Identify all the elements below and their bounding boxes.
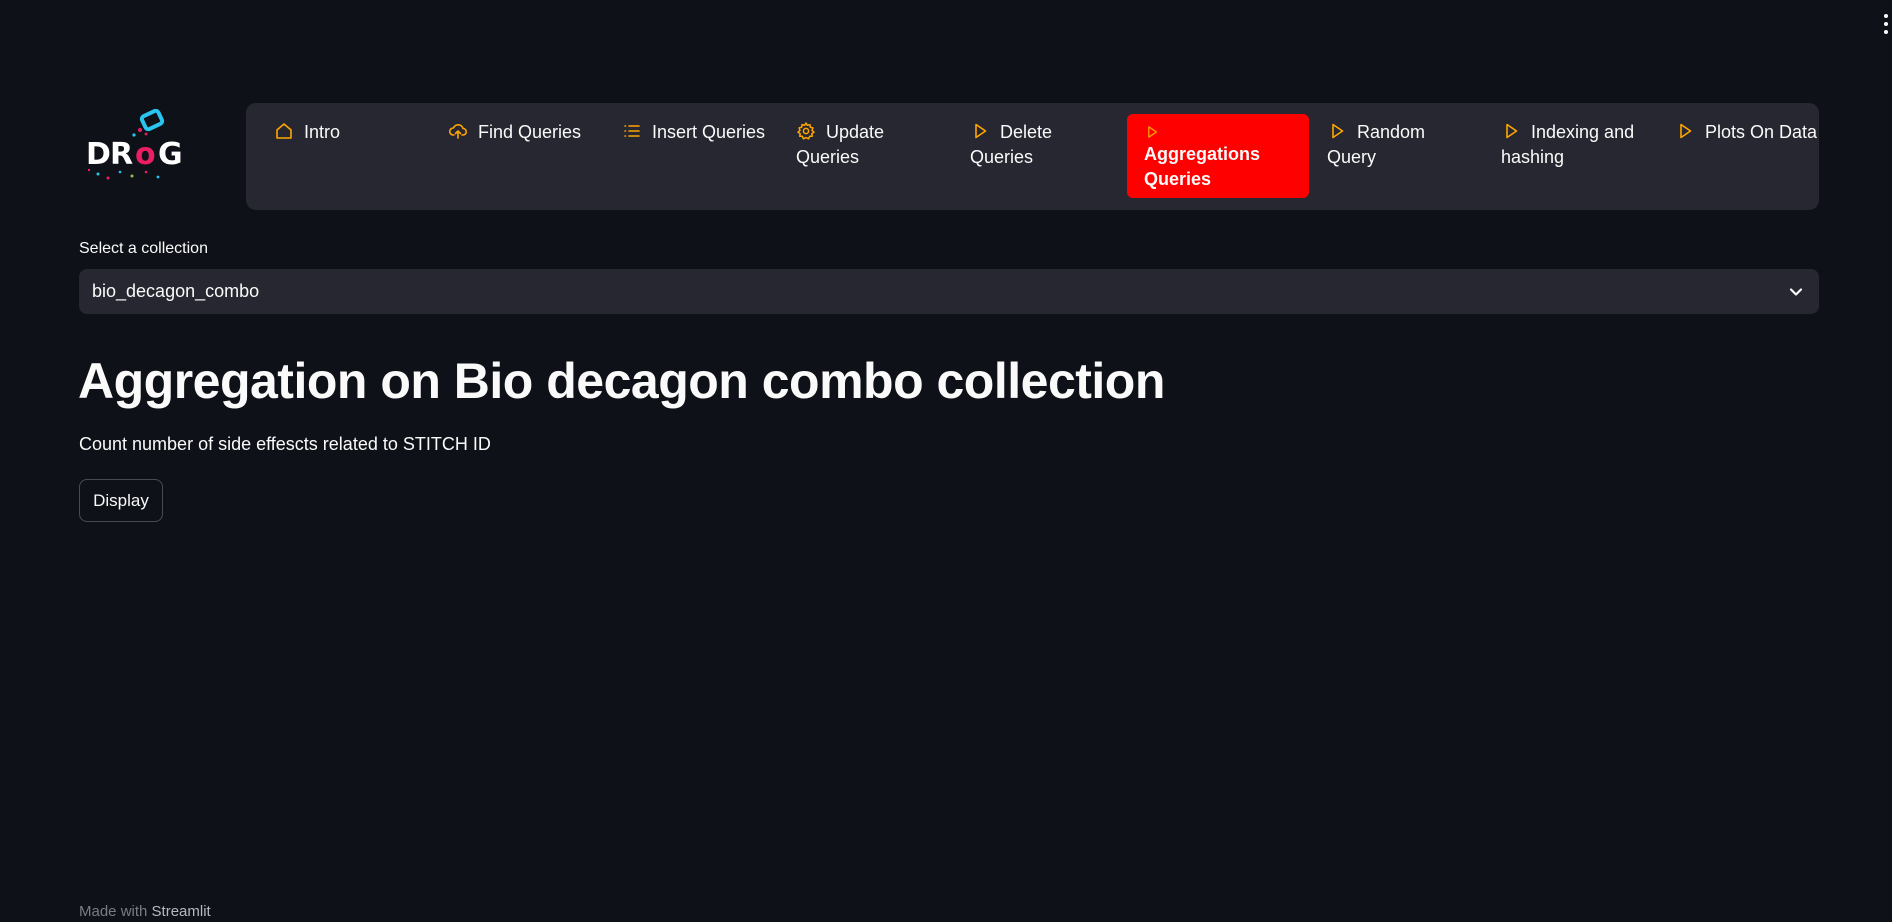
- play-icon: [1506, 123, 1518, 139]
- collection-select[interactable]: bio_decagon_combo: [79, 269, 1819, 314]
- nav-item-insert-queries[interactable]: Insert Queries: [622, 120, 772, 145]
- nav-item-intro[interactable]: Intro: [274, 120, 424, 145]
- logo-letter-r: R: [110, 137, 133, 172]
- nav-item-label: Intro: [304, 122, 341, 142]
- home-icon: [276, 123, 292, 139]
- play-icon: [975, 123, 987, 139]
- logo-letter-g: G: [158, 137, 183, 172]
- page-title: Aggregation on Bio decagon combo collect…: [78, 353, 1165, 409]
- footer-prefix: Made with: [79, 903, 148, 920]
- nav-item-label: Aggregations Queries: [1144, 144, 1261, 189]
- nav-item-find-queries[interactable]: Find Queries: [448, 120, 598, 145]
- play-icon: [1148, 126, 1158, 138]
- collection-select-value: bio_decagon_combo: [92, 281, 260, 301]
- app-page: D R o G Intro Find Queries Insert Querie…: [0, 0, 1892, 922]
- nav-item-label: Insert Queries: [652, 122, 766, 142]
- nav-item-indexing-and-hashing[interactable]: Indexing and hashing: [1501, 120, 1651, 170]
- select-collection-label: Select a collection: [79, 240, 208, 257]
- page-description: Count number of side effescts related to…: [79, 434, 491, 454]
- nav-item-update-queries[interactable]: Update Queries: [796, 120, 926, 170]
- display-button[interactable]: Display: [79, 479, 163, 522]
- logo-letter-d: D: [86, 137, 111, 172]
- main-menu-icon[interactable]: [1883, 14, 1889, 34]
- nav-item-plots-on-data[interactable]: Plots On Data: [1675, 120, 1819, 145]
- nav-item-random-query[interactable]: Random Query: [1327, 120, 1467, 170]
- chevron-down-icon[interactable]: [1787, 283, 1805, 301]
- nav-item-label: Find Queries: [478, 122, 582, 142]
- play-icon: [1332, 123, 1344, 139]
- cloud-upload-icon: [448, 124, 467, 139]
- drog-logo: D R o G: [86, 108, 183, 180]
- nav-item-aggregations-queries[interactable]: Aggregations Queries: [1127, 114, 1309, 198]
- gear-icon: [797, 122, 815, 140]
- nav-menu: Intro Find Queries Insert Queries Update…: [246, 103, 1819, 210]
- logo-letter-o: o: [135, 137, 156, 172]
- nav-item-delete-queries[interactable]: Delete Queries: [970, 120, 1100, 170]
- streamlit-link[interactable]: Streamlit: [152, 903, 211, 920]
- list-icon: [624, 125, 640, 137]
- footer: Made with Streamlit: [79, 903, 211, 920]
- nav-item-label: Plots On Data: [1705, 122, 1818, 142]
- play-icon: [1680, 123, 1692, 139]
